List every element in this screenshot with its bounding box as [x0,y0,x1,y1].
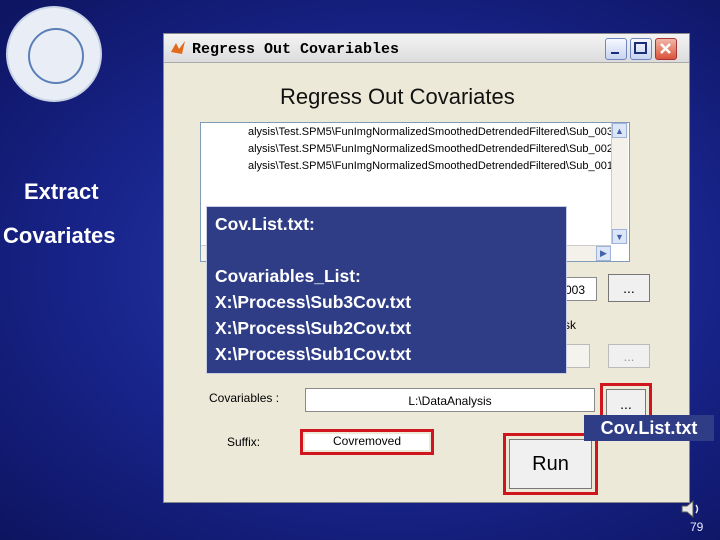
overlay-line: X:\Process\Sub1Cov.txt [215,344,412,364]
slide-label-extract: Extract [24,179,99,204]
matlab-icon [171,41,185,54]
minimize-button[interactable] [605,38,627,60]
covariables-label: Covariables : [209,391,280,405]
dialog-heading: Regress Out Covariates [280,84,515,109]
list-item[interactable]: alysis\Test.SPM5\FunImgNormalizedSmoothe… [201,126,613,138]
scroll-up-icon[interactable]: ▲ [612,123,627,138]
scroll-right-icon[interactable]: ▶ [596,246,611,261]
browse-mask-button[interactable]: ... [608,344,650,368]
scroll-down-icon[interactable]: ▼ [612,229,627,244]
cov-list-overlay: Cov.List.txt: Covariables_List: X:\Proce… [206,206,567,374]
speaker-icon[interactable] [680,498,704,520]
overlay-line: X:\Process\Sub3Cov.txt [215,292,412,312]
overlay-heading: Cov.List.txt: [215,214,315,234]
slide-label-covariates: Covariates [3,223,116,248]
maximize-icon [634,42,647,54]
logo-emblem-icon [28,28,84,84]
minimize-icon [611,52,619,54]
university-logo [6,6,102,102]
list-item[interactable]: alysis\Test.SPM5\FunImgNormalizedSmoothe… [201,160,613,172]
window-titlebar: Regress Out Covariables [164,34,689,63]
slide-number: 79 [690,520,704,534]
suffix-highlight: Covremoved [300,429,434,455]
overlay-line: Covariables_List: [215,266,361,286]
close-button[interactable] [655,38,677,60]
browse-directory-button[interactable]: ... [608,274,650,302]
overlay-line: X:\Process\Sub2Cov.txt [215,318,412,338]
run-button[interactable]: Run [509,439,592,489]
run-highlight: Run [503,433,598,495]
suffix-field[interactable]: Covremoved [305,434,429,450]
cov-list-callout: Cov.List.txt [584,415,714,441]
suffix-label: Suffix: [227,435,261,449]
close-icon [660,43,671,54]
maximize-button[interactable] [630,38,652,60]
list-item[interactable]: alysis\Test.SPM5\FunImgNormalizedSmoothe… [201,143,613,155]
vertical-scrollbar[interactable]: ▲ ▼ [611,123,628,244]
window-title: Regress Out Covariables [192,41,400,58]
covariables-field[interactable]: L:\DataAnalysis [305,388,595,412]
